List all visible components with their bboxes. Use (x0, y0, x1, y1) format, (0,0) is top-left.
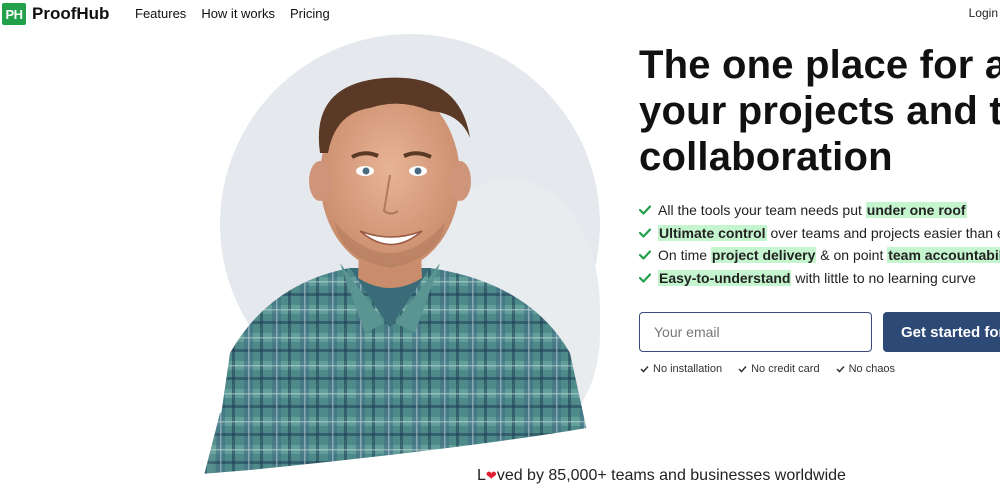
top-nav: PH ProofHub Features How it works Pricin… (0, 0, 1000, 28)
feature-text: Easy-to-understand with little to no lea… (658, 267, 976, 290)
check-icon (640, 365, 649, 373)
perk-item: No chaos (836, 363, 895, 375)
feature-list: All the tools your team needs put under … (639, 199, 1000, 289)
feature-highlight: project delivery (710, 247, 817, 263)
brand-name: ProofHub (32, 4, 110, 23)
nav-item-how-it-works[interactable]: How it works (201, 6, 275, 21)
social-proof-prefix: L (477, 467, 486, 484)
feature-highlight: Ultimate control (658, 224, 767, 241)
check-icon (738, 365, 747, 373)
check-icon (639, 228, 651, 238)
perk-label: No credit card (751, 363, 820, 375)
feature-text-plain: over teams and projects easier than eve (766, 224, 1000, 241)
feature-highlight: Easy-to-understand (658, 269, 792, 286)
login-link[interactable]: Login (969, 6, 998, 20)
nav-item-features[interactable]: Features (135, 6, 186, 21)
perk-label: No installation (653, 363, 723, 375)
feature-text: On time project delivery & on point team… (658, 244, 1000, 267)
heart-icon: ❤ (485, 468, 497, 483)
social-proof: L ❤ ved by 85,000+ teams and businesses … (477, 467, 846, 485)
feature-text: Ultimate control over teams and projects… (658, 222, 1000, 245)
brand-logo[interactable]: PH ProofHub (2, 3, 109, 25)
feature-highlight: team accountability (887, 247, 1000, 263)
feature-text-plain: On time (658, 247, 711, 263)
feature-text-plain: with little to no learning curve (791, 269, 976, 286)
perk-item: No installation (640, 363, 722, 375)
check-icon (639, 250, 651, 260)
perks-row: No installation No credit card No chaos (640, 363, 895, 375)
main-nav: Features How it works Pricing (135, 6, 330, 21)
headline-line-2: your projects and te (639, 89, 1000, 133)
get-started-button[interactable]: Get started for (883, 312, 1000, 352)
feature-item: All the tools your team needs put under … (639, 199, 1000, 222)
perk-item: No credit card (738, 363, 820, 375)
feature-text-plain: & on point (816, 247, 888, 263)
nav-item-pricing[interactable]: Pricing (290, 6, 330, 21)
feature-item: On time project delivery & on point team… (639, 244, 1000, 267)
feature-item: Easy-to-understand with little to no lea… (639, 267, 1000, 290)
check-icon (639, 273, 651, 283)
check-icon (639, 205, 651, 215)
feature-text: All the tools your team needs put under … (658, 199, 967, 222)
feature-text-plain: All the tools your team needs put (658, 202, 866, 218)
hero-headline: The one place for al your projects and t… (639, 42, 1000, 180)
email-input[interactable] (639, 312, 872, 352)
headline-line-1: The one place for al (639, 43, 1000, 87)
feature-highlight: under one roof (865, 202, 967, 218)
headline-line-3: collaboration (639, 135, 893, 179)
perk-label: No chaos (848, 363, 896, 375)
social-proof-text: ved by 85,000+ teams and businesses worl… (496, 467, 846, 484)
feature-item: Ultimate control over teams and projects… (639, 222, 1000, 245)
logo-mark: PH (2, 3, 26, 25)
check-icon (836, 365, 845, 373)
